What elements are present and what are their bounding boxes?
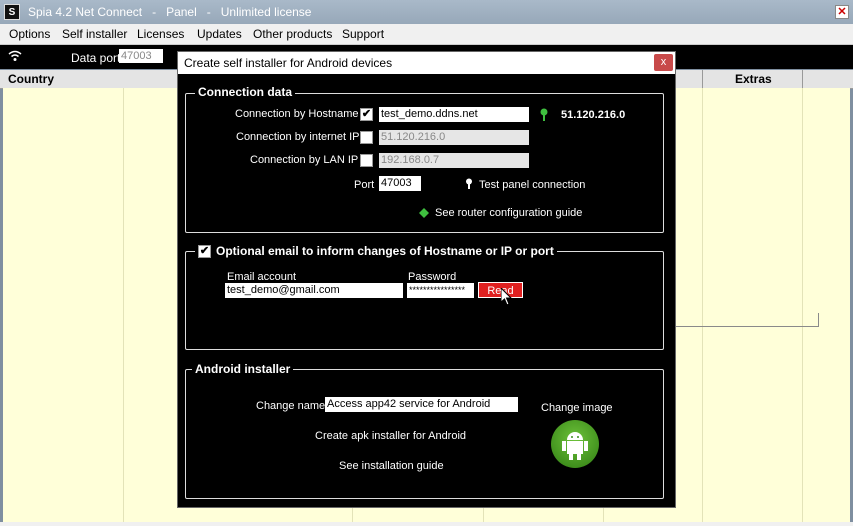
close-window-button[interactable]: ✕ <box>835 5 849 19</box>
internet-ip-label: Connection by internet IP <box>236 131 360 143</box>
menu-bar: Options Self installer Licenses Updates … <box>0 24 853 45</box>
internet-ip-checkbox[interactable] <box>360 131 373 144</box>
self-installer-dialog: Create self installer for Android device… <box>177 51 676 508</box>
menu-other-products[interactable]: Other products <box>253 27 332 41</box>
column-country[interactable]: Country <box>8 72 54 86</box>
android-robot-icon <box>562 432 588 460</box>
port-label: Port <box>354 179 375 191</box>
installation-guide-link[interactable]: See installation guide <box>339 460 444 472</box>
lan-ip-label: Connection by LAN IP <box>250 154 359 166</box>
status-indicator-icon <box>538 108 550 125</box>
router-guide-icon <box>419 207 429 221</box>
test-panel-connection-link[interactable]: Test panel connection <box>479 179 585 191</box>
create-apk-button[interactable]: Create apk installer for Android <box>315 430 466 442</box>
menu-licenses[interactable]: Licenses <box>137 27 184 41</box>
lan-ip-field[interactable]: 192.168.0.7 <box>379 153 529 168</box>
email-account-label: Email account <box>227 271 297 283</box>
data-port-label: Data port <box>71 51 121 65</box>
status-bar <box>0 522 853 526</box>
window-title: Spia 4.2 Net Connect - Panel - Unlimited… <box>28 5 312 19</box>
dialog-title-bar: Create self installer for Android device… <box>178 52 675 74</box>
divider <box>675 326 819 327</box>
email-legend: ✔ Optional email to inform changes of Ho… <box>195 244 557 258</box>
email-group <box>185 251 664 350</box>
resolved-ip: 51.120.216.0 <box>561 109 626 121</box>
android-image-button[interactable] <box>551 420 599 468</box>
change-image-label[interactable]: Change image <box>541 402 613 414</box>
hostname-checkbox[interactable]: ✔ <box>360 108 373 121</box>
email-checkbox[interactable]: ✔ <box>198 244 211 258</box>
port-field[interactable]: 47003 <box>379 176 421 191</box>
divider <box>818 313 819 327</box>
dialog-title: Create self installer for Android device… <box>184 56 393 70</box>
title-bar: S Spia 4.2 Net Connect - Panel - Unlimit… <box>0 0 853 24</box>
hostname-field[interactable]: test_demo.ddns.net <box>379 107 529 122</box>
test-connection-icon <box>464 178 474 193</box>
data-port-field[interactable]: 47003 <box>119 49 163 63</box>
menu-options[interactable]: Options <box>9 27 50 41</box>
password-field[interactable]: **************** <box>407 283 474 298</box>
password-label: Password <box>408 271 457 283</box>
router-guide-link[interactable]: See router configuration guide <box>435 207 582 219</box>
hostname-label: Connection by Hostname <box>235 108 359 120</box>
menu-support[interactable]: Support <box>342 27 384 41</box>
column-extras[interactable]: Extras <box>735 72 772 86</box>
connection-data-legend: Connection data <box>195 85 296 99</box>
change-name-label: Change name <box>256 400 326 412</box>
app-name-field[interactable]: Access app42 service for Android <box>325 397 518 412</box>
android-installer-legend: Android installer <box>192 362 294 376</box>
app-logo-icon: S <box>4 4 20 20</box>
menu-self-installer[interactable]: Self installer <box>62 27 127 41</box>
menu-updates[interactable]: Updates <box>197 27 242 41</box>
email-account-field[interactable]: test_demo@gmail.com <box>225 283 403 298</box>
email-legend-text: Optional email to inform changes of Host… <box>216 244 554 258</box>
dialog-close-button[interactable]: x <box>654 54 673 71</box>
internet-ip-field[interactable]: 51.120.216.0 <box>379 130 529 145</box>
lan-ip-checkbox[interactable] <box>360 154 373 167</box>
wifi-icon <box>8 50 22 62</box>
